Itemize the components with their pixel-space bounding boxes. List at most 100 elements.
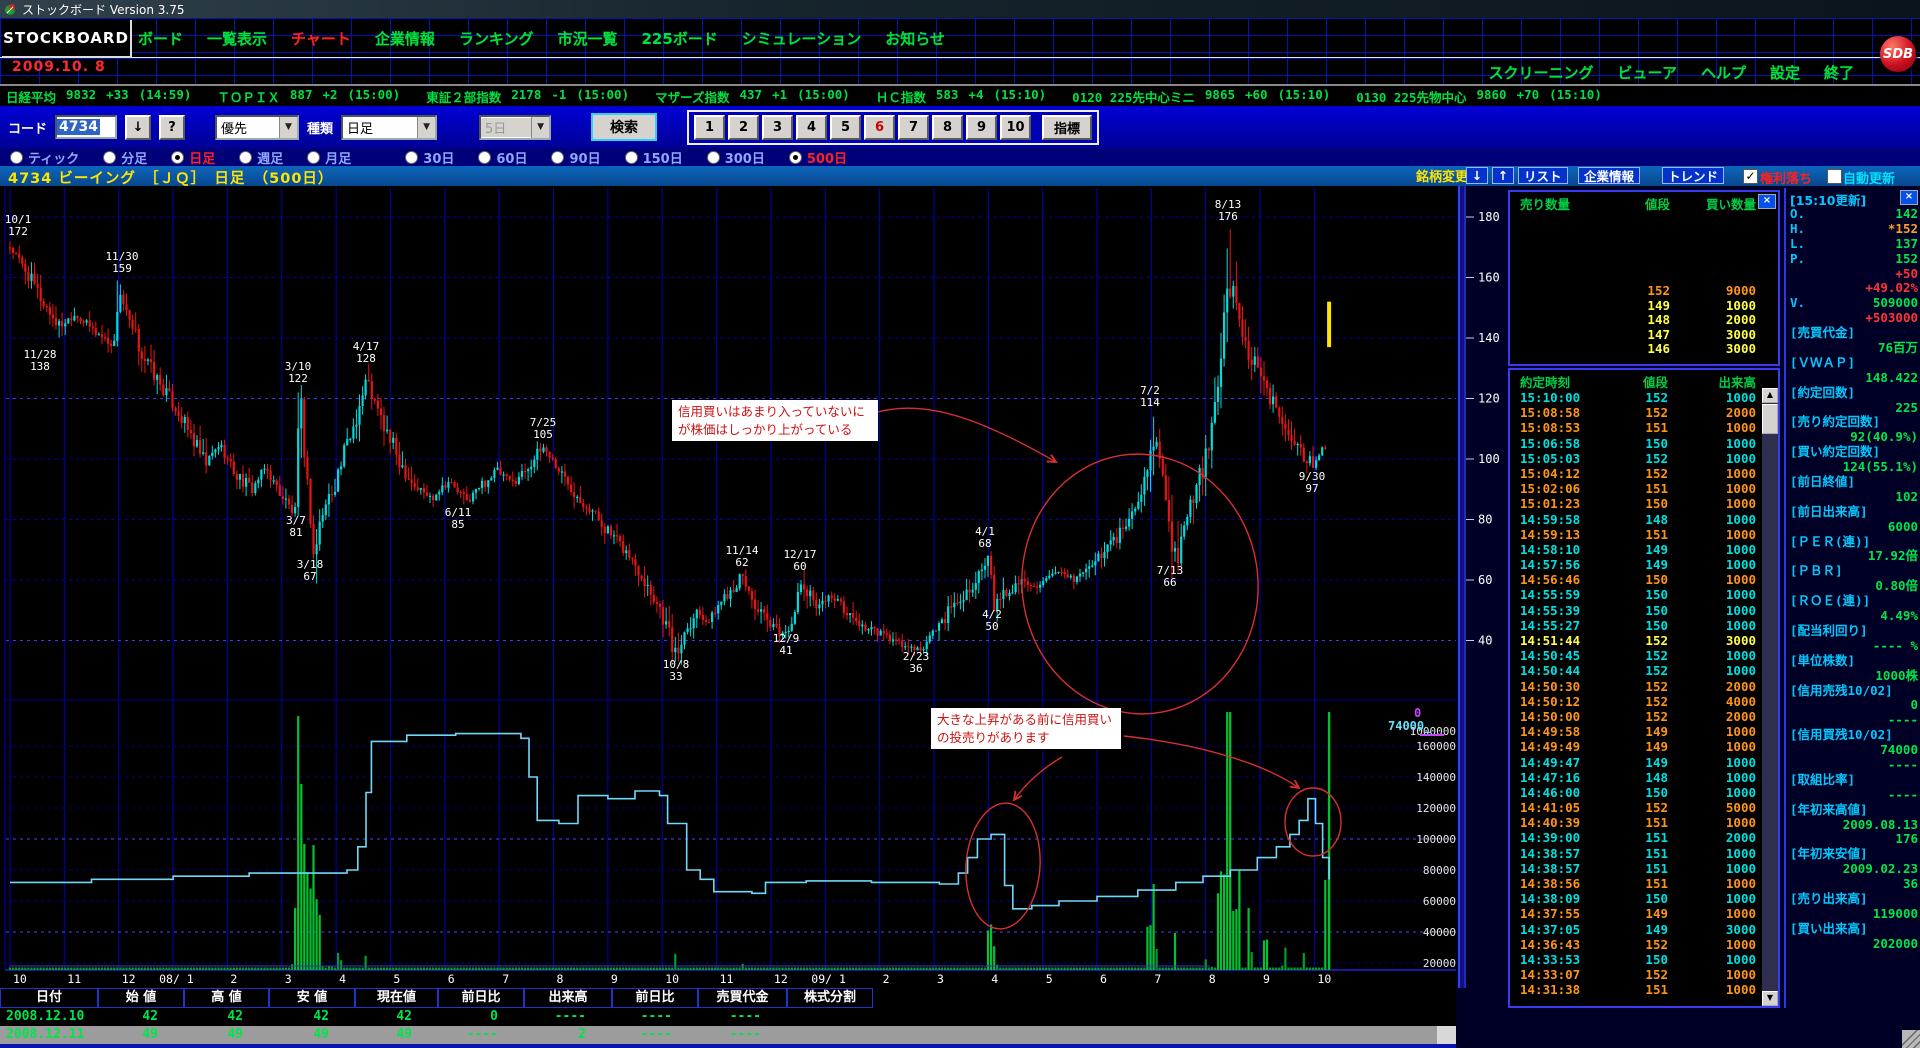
period-label: 月足 bbox=[325, 148, 351, 167]
time-sales-row: 15:08:531511000 bbox=[1510, 420, 1760, 435]
type-select[interactable]: 日足▼ bbox=[341, 115, 437, 140]
radio-icon[interactable] bbox=[625, 151, 638, 164]
stat-value bbox=[1855, 654, 1918, 669]
period-label: 500日 bbox=[807, 148, 847, 167]
period-option-日足[interactable]: 日足 bbox=[171, 148, 215, 167]
page-button-6[interactable]: 6 bbox=[864, 115, 895, 140]
radio-icon[interactable] bbox=[239, 151, 252, 164]
stat-line: 176 bbox=[1790, 832, 1918, 847]
time-sales-row: 14:59:581481000 bbox=[1510, 512, 1760, 527]
menu-item-ボード[interactable]: ボード bbox=[138, 28, 183, 49]
page-button-5[interactable]: 5 bbox=[830, 115, 861, 140]
rights-checkbox[interactable]: ✓ bbox=[1743, 169, 1758, 184]
page-button-4[interactable]: 4 bbox=[796, 115, 827, 140]
utility-menu-item-ヘルプ[interactable]: ヘルプ bbox=[1701, 62, 1746, 83]
page-button-2[interactable]: 2 bbox=[728, 115, 759, 140]
period-option-週足[interactable]: 週足 bbox=[239, 148, 283, 167]
svg-text:08/ 1: 08/ 1 bbox=[159, 972, 194, 986]
code-input[interactable]: 4734 bbox=[55, 115, 117, 139]
menu-item-一覧表示[interactable]: 一覧表示 bbox=[207, 28, 267, 49]
period-option-30日[interactable]: 30日 bbox=[405, 148, 454, 167]
stat-line: V.509000 bbox=[1790, 296, 1918, 311]
trade-price: 152 bbox=[1602, 709, 1668, 724]
menu-item-企業情報[interactable]: 企業情報 bbox=[375, 28, 435, 49]
time-sales-row: 14:49:491491000 bbox=[1510, 739, 1760, 754]
period-option-ティック[interactable]: ティック bbox=[10, 148, 79, 167]
page-button-10[interactable]: 10 bbox=[1000, 115, 1031, 140]
scroll-up-icon[interactable]: ▲ bbox=[1762, 388, 1778, 403]
menu-item-チャート[interactable]: チャート bbox=[291, 28, 351, 49]
list-button[interactable]: リスト bbox=[1518, 167, 1568, 184]
prev-symbol-button[interactable]: ↓ bbox=[1466, 167, 1488, 184]
utility-menu-item-設定[interactable]: 設定 bbox=[1770, 62, 1800, 83]
svg-text:3/781: 3/781 bbox=[286, 514, 306, 539]
chevron-down-icon[interactable]: ▼ bbox=[417, 117, 435, 138]
scrollbar[interactable]: ▲ ▼ bbox=[1762, 388, 1778, 1006]
utility-menu-item-ビューア[interactable]: ビューア bbox=[1618, 62, 1677, 83]
radio-icon[interactable] bbox=[478, 151, 491, 164]
period-option-60日[interactable]: 60日 bbox=[478, 148, 527, 167]
company-info-button[interactable]: 企業情報 bbox=[1578, 167, 1640, 184]
utility-menu-item-スクリーニング[interactable]: スクリーニング bbox=[1489, 62, 1594, 83]
page-button-8[interactable]: 8 bbox=[932, 115, 963, 140]
priority-select[interactable]: 優先▼ bbox=[215, 115, 299, 140]
radio-icon[interactable] bbox=[10, 151, 23, 164]
stat-label: [約定回数] bbox=[1790, 386, 1855, 401]
stat-value: ---- bbox=[1790, 758, 1918, 773]
period-option-90日[interactable]: 90日 bbox=[551, 148, 600, 167]
period-option-500日[interactable]: 500日 bbox=[789, 148, 847, 167]
time-sales-row: 14:31:381511000 bbox=[1510, 982, 1760, 997]
menu-item-ランキング[interactable]: ランキング bbox=[459, 28, 534, 49]
svg-text:60000: 60000 bbox=[1423, 895, 1456, 908]
code-down-button[interactable]: ↓ bbox=[125, 115, 151, 140]
index-change: +2 bbox=[322, 87, 337, 106]
period-option-300日[interactable]: 300日 bbox=[707, 148, 765, 167]
resize-grip[interactable] bbox=[1902, 1030, 1920, 1048]
trend-button[interactable]: トレンド bbox=[1662, 167, 1724, 184]
radio-icon[interactable] bbox=[103, 151, 116, 164]
svg-text:2: 2 bbox=[230, 972, 237, 986]
table-cell: ---- bbox=[612, 1026, 698, 1044]
utility-menu-item-終了[interactable]: 終了 bbox=[1824, 62, 1854, 83]
page-button-1[interactable]: 1 bbox=[694, 115, 725, 140]
table-cell: 49 bbox=[98, 1026, 184, 1044]
radio-icon[interactable] bbox=[789, 151, 802, 164]
radio-icon[interactable] bbox=[307, 151, 320, 164]
time-sales-row: 14:50:121524000 bbox=[1510, 694, 1760, 709]
scrollbar-thumb[interactable] bbox=[1762, 404, 1778, 434]
index-time: (15:00) bbox=[348, 87, 401, 106]
time-sales-header: 値段 bbox=[1602, 372, 1668, 391]
close-icon[interactable]: × bbox=[1758, 194, 1776, 209]
period-option-月足[interactable]: 月足 bbox=[307, 148, 351, 167]
menu-item-お知らせ[interactable]: お知らせ bbox=[885, 28, 945, 49]
period-option-分足[interactable]: 分足 bbox=[103, 148, 147, 167]
bid-qty: 2000 bbox=[1670, 313, 1756, 328]
autoupdate-checkbox[interactable] bbox=[1827, 169, 1842, 184]
radio-icon[interactable] bbox=[405, 151, 418, 164]
radio-icon[interactable] bbox=[171, 151, 184, 164]
svg-text:140000: 140000 bbox=[1416, 771, 1456, 784]
trade-volume: 1000 bbox=[1668, 663, 1756, 678]
indicator-button[interactable]: 指標 bbox=[1042, 115, 1092, 140]
svg-text:8: 8 bbox=[1209, 972, 1216, 986]
scroll-down-icon[interactable]: ▼ bbox=[1762, 991, 1778, 1006]
search-button[interactable]: 検索 bbox=[591, 113, 657, 141]
page-button-7[interactable]: 7 bbox=[898, 115, 929, 140]
chevron-down-icon[interactable]: ▼ bbox=[279, 117, 297, 138]
period-option-150日[interactable]: 150日 bbox=[625, 148, 683, 167]
help-button[interactable]: ? bbox=[159, 115, 185, 140]
page-button-3[interactable]: 3 bbox=[762, 115, 793, 140]
menu-item-市況一覧[interactable]: 市況一覧 bbox=[557, 28, 617, 49]
chart-canvas[interactable]: 1801601401201008060401600001400001200001… bbox=[0, 186, 1510, 988]
candlestick-chart[interactable]: 1801601401201008060401600001400001200001… bbox=[0, 186, 1510, 988]
radio-icon[interactable] bbox=[551, 151, 564, 164]
menu-item-225ボード[interactable]: 225ボード bbox=[641, 28, 717, 49]
page-button-9[interactable]: 9 bbox=[966, 115, 997, 140]
close-icon[interactable]: × bbox=[1900, 190, 1918, 205]
svg-text:7/2114: 7/2114 bbox=[1140, 384, 1160, 409]
radio-icon[interactable] bbox=[707, 151, 720, 164]
menu-item-シミュレーション[interactable]: シミュレーション bbox=[742, 28, 861, 49]
next-symbol-button[interactable]: ↑ bbox=[1492, 167, 1514, 184]
index-time: (15:10) bbox=[993, 87, 1046, 106]
change-symbol-button[interactable]: 銘柄変更 bbox=[1411, 167, 1473, 184]
